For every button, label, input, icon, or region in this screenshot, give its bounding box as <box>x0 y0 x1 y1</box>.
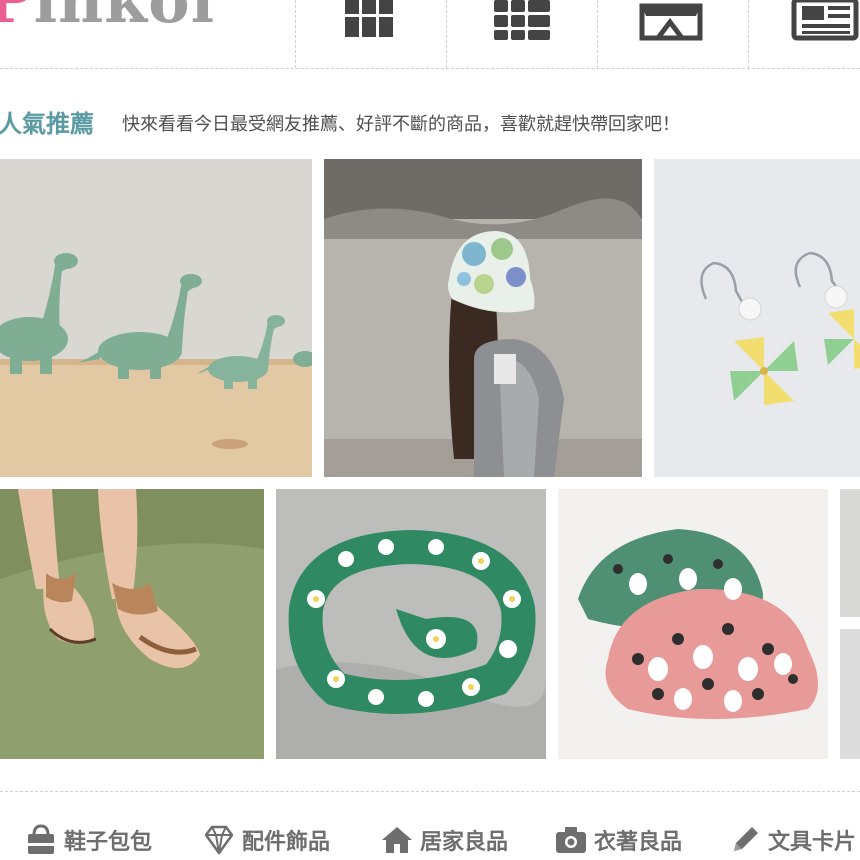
top-bar: Pinkoi <box>0 0 860 70</box>
product-tile[interactable] <box>840 489 860 617</box>
diamond-icon <box>204 825 234 855</box>
category-accessories[interactable]: 配件飾品 <box>202 822 330 858</box>
product-image <box>654 159 860 477</box>
product-tile[interactable] <box>0 489 264 759</box>
product-tile[interactable] <box>324 159 642 477</box>
nav-divider <box>597 0 598 68</box>
nav-divider <box>295 0 296 68</box>
category-shoes-bags[interactable]: 鞋子包包 <box>24 822 152 858</box>
logo-text: inkoi <box>33 0 216 37</box>
category-label: 衣著良品 <box>594 830 683 855</box>
newspaper-icon[interactable] <box>790 0 860 44</box>
bottom-divider <box>0 791 860 792</box>
nav-divider <box>748 0 749 68</box>
camera-icon <box>556 827 586 853</box>
product-tile[interactable] <box>276 489 546 759</box>
store-icon[interactable] <box>636 0 706 44</box>
product-image <box>0 159 312 477</box>
product-tile[interactable] <box>0 159 312 477</box>
house-icon <box>382 827 412 853</box>
bag-icon <box>28 824 54 854</box>
section-subtitle: 快來看看今日最受網友推薦、好評不斷的商品，喜歡就趕快帶回家吧！ <box>122 114 680 135</box>
category-label: 鞋子包包 <box>64 830 153 855</box>
product-image <box>324 159 642 477</box>
section-title: 人氣推薦 <box>0 110 94 138</box>
category-label: 配件飾品 <box>242 830 331 855</box>
category-label: 文具卡片 <box>768 830 857 855</box>
product-tile[interactable] <box>558 489 828 759</box>
category-stationery[interactable]: 文具卡片 <box>728 822 856 858</box>
grid-icon[interactable] <box>336 0 406 44</box>
product-tile[interactable] <box>840 629 860 759</box>
product-image <box>0 489 264 759</box>
category-clothing[interactable]: 衣著良品 <box>554 822 682 858</box>
product-image <box>558 489 828 759</box>
modules-icon[interactable] <box>488 0 558 44</box>
product-image <box>276 489 546 759</box>
logo-letter: P <box>0 0 34 37</box>
category-label: 居家良品 <box>420 830 509 855</box>
product-tile[interactable] <box>654 159 860 477</box>
nav-divider <box>446 0 447 68</box>
top-divider <box>0 68 860 69</box>
pencil-icon <box>734 827 758 851</box>
site-logo[interactable]: Pinkoi <box>0 0 215 36</box>
category-home[interactable]: 居家良品 <box>380 822 508 858</box>
